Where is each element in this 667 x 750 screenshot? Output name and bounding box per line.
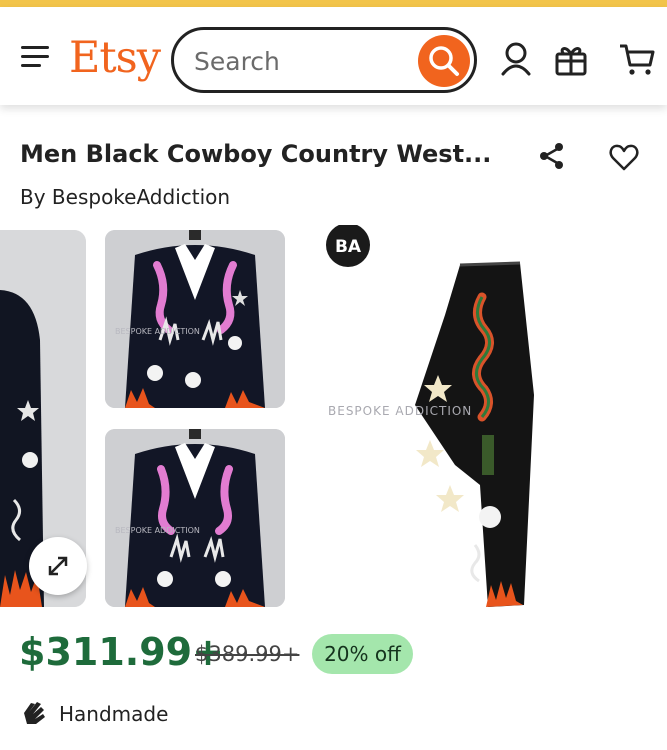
original-price: $389.99+ bbox=[195, 642, 300, 666]
image-watermark: BESPOKE ADDICTION bbox=[115, 327, 200, 336]
handmade-label: Handmade bbox=[59, 702, 169, 726]
favorite-heart-icon[interactable] bbox=[609, 143, 639, 171]
search-input[interactable] bbox=[192, 43, 406, 79]
gallery-thumbnail[interactable]: BESPOKE ADDICTION bbox=[105, 429, 285, 607]
listing-title: Men Black Cowboy Country West... bbox=[20, 140, 490, 168]
image-watermark: BESPOKE ADDICTION bbox=[328, 404, 472, 418]
search-button[interactable] bbox=[418, 35, 470, 87]
handmade-hand-icon bbox=[24, 702, 45, 724]
sale-price: $311.99+ bbox=[19, 630, 224, 674]
expand-icon bbox=[48, 556, 68, 576]
etsy-logo[interactable]: Etsy bbox=[69, 33, 161, 83]
main-product-image[interactable]: BA BESPOKE ADDICTION bbox=[310, 223, 667, 610]
brand-badge-text: BA bbox=[335, 237, 362, 257]
shop-name-link[interactable]: BespokeAddiction bbox=[52, 185, 230, 209]
menu-icon[interactable] bbox=[21, 46, 49, 68]
site-header: Etsy bbox=[0, 7, 667, 105]
byline-prefix: By bbox=[20, 185, 46, 209]
discount-badge: 20% off bbox=[312, 634, 413, 674]
search-bar bbox=[171, 27, 477, 93]
gallery-thumbnail[interactable]: BESPOKE ADDICTION bbox=[105, 230, 285, 408]
gift-icon[interactable] bbox=[553, 41, 589, 77]
jacket-front-image: BESPOKE ADDICTION bbox=[105, 429, 285, 607]
search-icon bbox=[429, 46, 459, 76]
top-accent-strip bbox=[0, 0, 667, 7]
shop-byline: By BespokeAddiction bbox=[20, 185, 230, 209]
share-icon[interactable] bbox=[537, 141, 567, 171]
jacket-front-image: BESPOKE ADDICTION bbox=[105, 230, 285, 408]
image-watermark: BESPOKE ADDICTION bbox=[115, 526, 200, 535]
account-icon[interactable] bbox=[499, 41, 533, 77]
pants-image: BA BESPOKE ADDICTION bbox=[310, 223, 667, 610]
cart-icon[interactable] bbox=[618, 41, 656, 77]
expand-image-button[interactable] bbox=[29, 537, 87, 595]
